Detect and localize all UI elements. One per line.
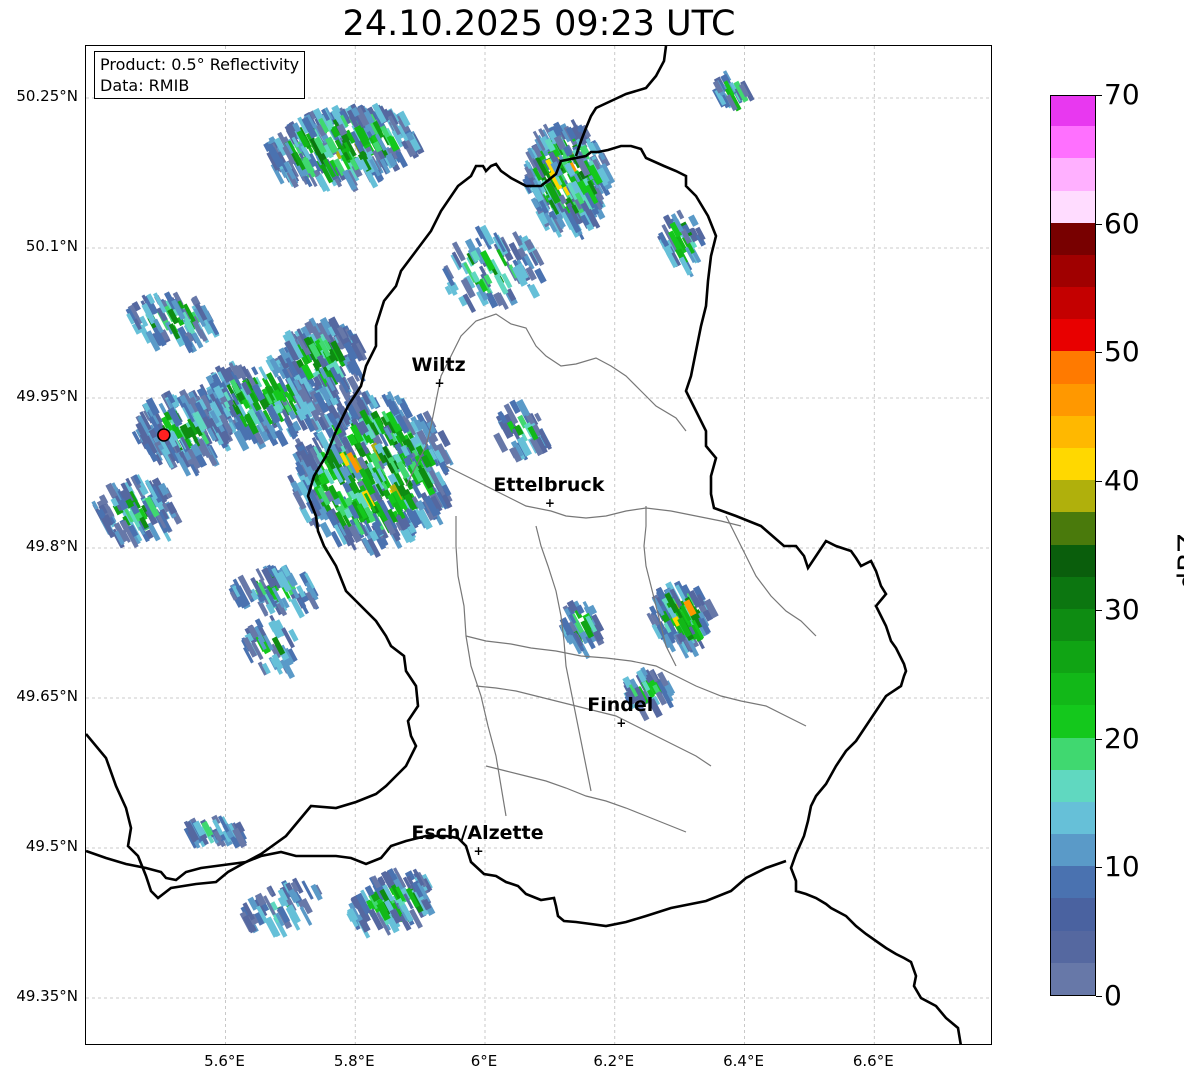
longitude-tick-label: 6.2°E xyxy=(593,1052,635,1070)
colorbar-tick xyxy=(1096,223,1102,225)
colorbar-segment xyxy=(1051,157,1095,191)
colorbar-segment xyxy=(1051,801,1095,835)
colorbar-segment xyxy=(1051,125,1095,159)
colorbar-segment xyxy=(1051,833,1095,867)
colorbar-segment xyxy=(1051,930,1095,963)
latitude-tick-label: 49.65°N xyxy=(16,687,78,705)
city-marker: + xyxy=(616,716,626,730)
colorbar-segment xyxy=(1051,286,1095,320)
colorbar-tick-label: 0 xyxy=(1104,979,1122,1012)
data-source-label: Data: RMIB xyxy=(100,76,190,95)
city-label: Esch/Alzette xyxy=(411,822,544,844)
city-label: Wiltz xyxy=(411,354,466,376)
country-border-line xyxy=(86,834,787,928)
colorbar-tick-label: 30 xyxy=(1104,592,1140,626)
latitude-tick-label: 50.25°N xyxy=(16,87,78,105)
colorbar-segment xyxy=(1051,608,1095,642)
longitude-tick-label: 6°E xyxy=(470,1052,498,1070)
colorbar-tick xyxy=(1096,738,1102,740)
latitude-tick-label: 49.35°N xyxy=(16,987,78,1005)
latitude-tick-label: 49.5°N xyxy=(25,837,78,855)
colorbar-tick xyxy=(1096,352,1102,354)
longitude-tick-label: 6.6°E xyxy=(852,1052,894,1070)
product-info-box: Product: 0.5° Reflectivity Data: RMIB xyxy=(94,51,306,99)
product-label: Product: 0.5° Reflectivity xyxy=(100,55,300,74)
colorbar-segment xyxy=(1051,897,1095,931)
colorbar-unit-label: dBZ xyxy=(1171,533,1184,590)
canton-border-line xyxy=(455,516,507,817)
colorbar-segment xyxy=(1051,576,1095,609)
city-label: Ettelbruck xyxy=(493,474,605,496)
map-canvas: + + + + xyxy=(86,46,991,1044)
map-title: 24.10.2025 09:23 UTC xyxy=(342,4,736,44)
radar-echoes xyxy=(91,70,755,939)
city-marker: + xyxy=(473,844,483,858)
colorbar-segment xyxy=(1051,769,1095,802)
colorbar-segment xyxy=(1051,672,1095,706)
colorbar-tick xyxy=(1096,867,1102,869)
colorbar-segment xyxy=(1051,254,1095,288)
colorbar-tick xyxy=(1096,996,1102,997)
colorbar-segment xyxy=(1051,544,1095,577)
colorbar-segment xyxy=(1051,318,1095,352)
latitude-tick-label: 49.8°N xyxy=(25,537,78,555)
longitude-tick-label: 5.6°E xyxy=(204,1052,245,1070)
colorbar-segment xyxy=(1051,447,1095,481)
colorbar-segment xyxy=(1051,96,1095,127)
colorbar-segment xyxy=(1051,737,1095,770)
city-marker: + xyxy=(435,376,445,390)
colorbar-segment xyxy=(1051,511,1095,545)
colorbar-segment xyxy=(1051,479,1095,513)
colorbar-tick xyxy=(1096,481,1102,483)
colorbar-tick-label: 20 xyxy=(1104,721,1140,755)
colorbar-segment xyxy=(1051,350,1095,384)
colorbar-segment xyxy=(1051,383,1095,416)
colorbar-segment xyxy=(1051,704,1095,738)
latitude-tick-label: 50.1°N xyxy=(25,237,78,255)
city-label: Findel xyxy=(587,694,654,716)
colorbar-tick xyxy=(1096,609,1102,611)
colorbar-tick-label: 50 xyxy=(1104,335,1140,369)
radar-map[interactable]: + + + + xyxy=(85,45,992,1045)
colorbar-segment xyxy=(1051,640,1095,674)
colorbar-segment xyxy=(1051,190,1095,223)
radar-site-dot xyxy=(157,428,171,442)
border-lines xyxy=(86,46,962,1044)
colorbar-segment xyxy=(1051,962,1095,995)
longitude-tick-label: 6.4°E xyxy=(723,1052,764,1070)
longitude-tick-label: 5.8°E xyxy=(333,1052,375,1070)
colorbar-segment xyxy=(1051,222,1095,255)
latitude-tick-label: 49.95°N xyxy=(16,387,78,405)
city-marker: + xyxy=(545,496,555,510)
colorbar-tick xyxy=(1096,95,1102,96)
colorbar-tick-label: 40 xyxy=(1104,464,1140,498)
colorbar-segment xyxy=(1051,415,1095,448)
canton-border-line xyxy=(535,525,592,792)
colorbar-tick-label: 60 xyxy=(1104,206,1140,240)
colorbar xyxy=(1050,95,1096,996)
colorbar-segment xyxy=(1051,865,1095,899)
colorbar-tick-label: 10 xyxy=(1104,850,1140,884)
colorbar-tick-label: 70 xyxy=(1104,78,1140,111)
